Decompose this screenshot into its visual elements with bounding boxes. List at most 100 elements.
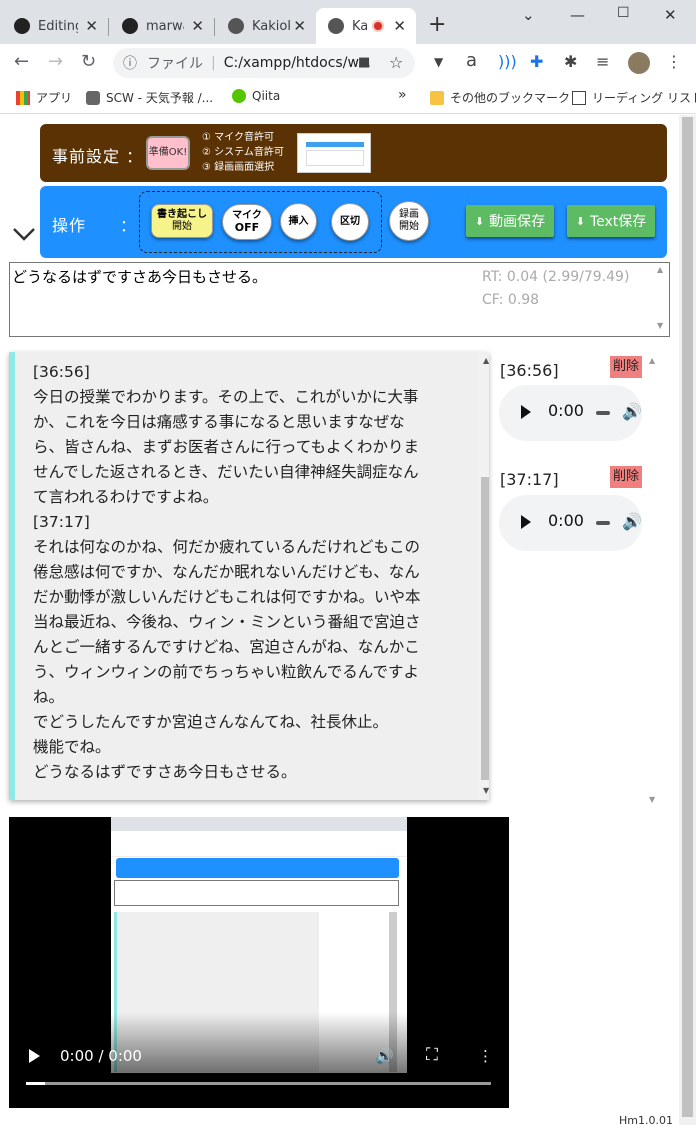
address-bar[interactable]: ⓘ ファイル | C:/xampp/htdocs/w... ■ ☆	[113, 48, 415, 78]
camera-icon[interactable]: ■	[358, 55, 370, 70]
tab-title: marwa	[146, 18, 184, 34]
setup-steps: ① マイク音許可 ② システム音許可 ③ 録画画面選択	[202, 130, 284, 175]
amazon-icon[interactable]: a	[466, 50, 477, 71]
play-icon[interactable]	[29, 1049, 40, 1063]
bookmark-apps[interactable]: アプリ	[16, 89, 72, 106]
globe-icon	[228, 18, 244, 34]
clip-list-scrollbar[interactable]: ▲ ▼	[645, 352, 661, 807]
tab-search-icon[interactable]: ⌄	[522, 6, 535, 24]
volume-icon[interactable]: 🔊	[622, 512, 642, 531]
close-icon[interactable]: ✕	[293, 17, 306, 35]
tab-kakiok[interactable]: Kakiok ✕	[214, 8, 316, 44]
bookmark-label: Qiita	[252, 89, 281, 103]
reading-list-icon	[572, 90, 586, 105]
star-icon[interactable]: ☆	[389, 53, 403, 72]
text-save-button[interactable]: ⬇ Text保存	[567, 205, 655, 237]
maximize-icon[interactable]: ☐	[617, 5, 630, 21]
operation-panel: 操作 ： 書き起こし 開始 マイク OFF 挿入 区切 録画 開始 ⬇ 動画保存…	[40, 186, 667, 258]
tab-active[interactable]: Ka ✕	[316, 8, 416, 44]
weather-icon	[86, 90, 100, 105]
back-icon[interactable]: ←	[14, 51, 29, 72]
transcript-line: んとご一緒するんですけどね、宮迫さんがね、なんかこ	[33, 638, 420, 656]
close-icon[interactable]: ✕	[191, 17, 204, 35]
forward-icon[interactable]: →	[48, 51, 63, 72]
page-content: 事前設定 ： 準備OK! ① マイク音許可 ② システム音許可 ③ 録画画面選択…	[0, 115, 696, 1125]
puzzle-icon[interactable]: ✱	[564, 52, 577, 71]
qiita-icon	[232, 89, 246, 103]
page-scrollbar[interactable]	[679, 115, 696, 1125]
audio-progress[interactable]	[596, 411, 610, 415]
transcribe-start-button[interactable]: 書き起こし 開始	[151, 204, 213, 238]
live-transcript-textarea[interactable]: どうなるはずですさあ今日もさせる。 RT: 0.04 (2.99/79.49) …	[9, 262, 670, 337]
extension-arrow-icon[interactable]: ▼	[434, 55, 443, 69]
volume-icon[interactable]: 🔊	[622, 402, 642, 421]
download-icon: ⬇	[474, 214, 485, 228]
transcript-line: 今日の授業でわかります。その上で、これがいかに大事	[33, 388, 419, 406]
video-save-button[interactable]: ⬇ 動画保存	[466, 205, 554, 237]
mic-toggle-button[interactable]: マイク OFF	[222, 204, 272, 240]
info-icon[interactable]: ⓘ	[123, 53, 137, 73]
delete-clip-button[interactable]: 削除	[610, 466, 642, 488]
bookmark-qiita[interactable]: Qiita	[232, 89, 280, 103]
bookmark-other[interactable]: その他のブックマーク	[430, 89, 570, 106]
folder-icon	[430, 90, 444, 105]
tab-title: Ka	[352, 18, 369, 34]
bookmark-scw[interactable]: SCW - 天気予報 /...	[86, 89, 213, 106]
ready-button[interactable]: 準備OK!	[146, 136, 190, 170]
url-text: C:/xampp/htdocs/w...	[223, 55, 371, 71]
tab-marwa[interactable]: marwa ✕	[108, 8, 214, 44]
live-text: どうなるはずですさあ今日もさせる。	[12, 268, 268, 286]
bookmark-reading-list[interactable]: リーディング リスト	[572, 89, 696, 106]
fullscreen-icon[interactable]: ⛶	[426, 1045, 438, 1065]
transcript-line: う、ウィンウィンの前でちっちゃい粒飲んでるんですよ	[33, 663, 419, 681]
insert-button[interactable]: 挿入	[280, 203, 317, 240]
audio-player[interactable]: 0:00 🔊	[499, 385, 642, 441]
setup-step: ③ 録画画面選択	[202, 162, 275, 173]
bookmark-overflow[interactable]: »	[398, 87, 407, 103]
bookmarks-bar: アプリ SCW - 天気予報 /... Qiita » その他のブックマーク リ…	[0, 82, 696, 114]
globe-icon	[328, 18, 344, 34]
chevron-down-icon[interactable]	[12, 227, 36, 241]
button-label: Text保存	[589, 214, 647, 230]
menu-icon[interactable]: ⋮	[666, 52, 682, 71]
media-icon[interactable]: ≡	[596, 52, 609, 71]
audio-player[interactable]: 0:00 🔊	[499, 495, 642, 551]
bookmark-label: その他のブックマーク	[450, 91, 571, 105]
close-icon[interactable]: ✕	[85, 17, 98, 35]
textarea-scrollbar[interactable]: ▲ ▼	[653, 263, 669, 336]
separator-button[interactable]: 区切	[331, 203, 369, 241]
more-options-icon[interactable]: ⋮	[478, 1047, 493, 1065]
new-tab-icon[interactable]: +	[428, 12, 446, 37]
audio-progress[interactable]	[596, 521, 610, 525]
transcript-line: か、これを今日は痛感する事になると思いますなぜな	[33, 413, 405, 431]
transcript-line: 倦怠感は何ですか、なんだか眠れないんだけども、なん	[33, 563, 420, 581]
volume-icon[interactable]: 🔊	[375, 1047, 394, 1065]
operation-title: 操作 ：	[52, 216, 138, 235]
clip-timestamp: [37:17]	[500, 470, 559, 489]
extension-icon[interactable]: ✚	[530, 52, 543, 71]
button-label: 開始	[399, 221, 419, 232]
close-window-icon[interactable]: ✕	[664, 6, 677, 24]
transcript-scrollbar[interactable]: ▲ ▼	[479, 352, 489, 800]
play-icon[interactable]	[521, 405, 531, 419]
video-progress-fill	[26, 1082, 45, 1085]
browser-window: Editing ✕ marwa ✕ Kakiok ✕ Ka ✕ + ⌄ — ☐ …	[0, 0, 696, 1125]
record-start-button[interactable]: 録画 開始	[389, 201, 429, 241]
transcript-line: ね。	[33, 688, 65, 706]
rt-value: RT: 0.04 (2.99/79.49)	[482, 269, 630, 285]
bookmark-label: SCW - 天気予報 /...	[106, 91, 214, 105]
tab-editing[interactable]: Editing ✕	[0, 8, 108, 44]
button-label: 書き起こし	[157, 209, 207, 220]
video-time: 0:00 / 0:00	[60, 1047, 142, 1065]
delete-clip-button[interactable]: 削除	[610, 356, 642, 378]
transcript-body: [36:56] 今日の授業でわかります。その上で、これがいかに大事 か、これを今…	[33, 360, 451, 785]
video-player[interactable]: 0:00 / 0:00 🔊 ⛶ ⋮	[9, 817, 509, 1108]
audio-extension-icon[interactable]: )))	[498, 52, 517, 71]
reload-icon[interactable]: ↻	[81, 51, 96, 72]
close-icon[interactable]: ✕	[393, 17, 406, 35]
play-icon[interactable]	[521, 515, 531, 529]
video-progress-bar[interactable]	[26, 1082, 491, 1085]
minimize-icon[interactable]: —	[570, 6, 585, 24]
cf-value: CF: 0.98	[482, 292, 540, 308]
avatar[interactable]	[628, 52, 650, 74]
